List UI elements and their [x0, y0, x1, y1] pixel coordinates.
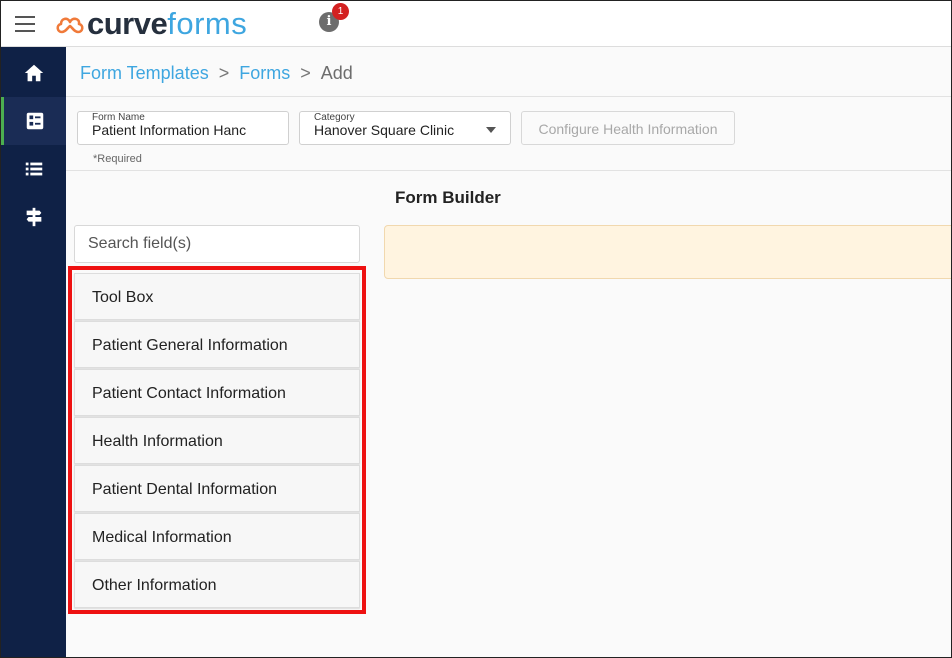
sidebar [1, 47, 66, 657]
category-value: Hanover Square Clinic [314, 122, 455, 138]
breadcrumb-separator: > [218, 62, 230, 83]
sidebar-item-home[interactable] [1, 49, 66, 97]
breadcrumb-current: Add [320, 62, 353, 83]
cloud-logo-icon [56, 17, 84, 34]
breadcrumb-form-templates[interactable]: Form Templates [80, 63, 209, 84]
sidebar-item-forms[interactable] [1, 97, 66, 145]
logo-text-curve: curve [87, 6, 168, 41]
home-icon [24, 64, 43, 82]
logo-text-forms: forms [167, 6, 248, 41]
search-fields-input[interactable] [74, 225, 360, 263]
divider [66, 96, 951, 97]
breadcrumb-separator: > [300, 62, 311, 83]
category-select[interactable]: Category Hanover Square Clinic [299, 111, 511, 145]
signpost-icon [26, 207, 41, 227]
form-name-value[interactable]: Patient Information Hanc [92, 122, 252, 138]
breadcrumb: Form Templates > Forms > Add [80, 61, 353, 85]
menu-icon[interactable] [15, 16, 35, 32]
form-builder-title: Form Builder [395, 188, 501, 207]
notification-badge: 1 [332, 3, 349, 20]
forms-icon [26, 112, 44, 130]
sidebar-item-list[interactable] [1, 145, 66, 193]
chevron-down-icon[interactable] [486, 127, 496, 133]
app-window: curve forms i 1 Form Templates > Forms >… [0, 0, 952, 658]
sidebar-item-signpost[interactable] [1, 193, 66, 241]
configure-health-information-button[interactable]: Configure Health Information [521, 111, 735, 145]
logo: curve forms [55, 6, 248, 41]
top-bar: curve forms i 1 [1, 1, 951, 47]
list-icon [25, 162, 42, 176]
form-builder-drop-zone[interactable] [384, 225, 951, 279]
divider [66, 170, 951, 171]
highlight-box [68, 266, 366, 614]
breadcrumb-forms[interactable]: Forms [239, 63, 290, 84]
required-note: *Required [93, 153, 142, 165]
form-name-field[interactable]: Form Name Patient Information Hanc [77, 111, 289, 145]
